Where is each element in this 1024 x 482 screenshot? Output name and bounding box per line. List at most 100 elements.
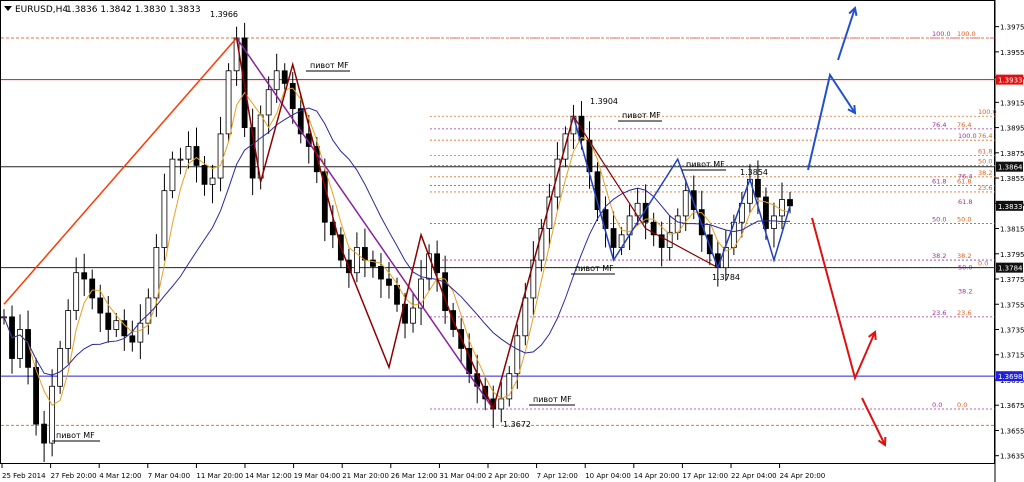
x-tick-label: 7 Mar 04:00 (148, 472, 190, 480)
fib-label-orange-extra: 23.6 (978, 184, 992, 192)
y-tick-label: 1.3755 (1000, 301, 1024, 309)
candle-body (89, 278, 96, 299)
fib-label-orange: 0.0 (957, 401, 967, 409)
candle-body (97, 297, 104, 314)
symbol-label: EURUSD,H4 (15, 5, 68, 15)
y-tick-label: 1.3635 (1000, 453, 1024, 461)
candle-body (530, 259, 537, 299)
pivot-label: пивот MF (686, 160, 725, 169)
candle-body (153, 247, 160, 299)
y-tick-label: 1.3815 (1000, 226, 1024, 234)
candle-body (386, 278, 392, 286)
candle-body (682, 190, 689, 217)
fib-label-orange: 76.4 (957, 121, 971, 129)
pivot-label: пивот MF (622, 111, 661, 120)
header: EURUSD,H4 1.3836 1.3842 1.3830 1.3833 (4, 5, 201, 15)
price-label-low: 1.3784 (712, 273, 740, 282)
chart-container[interactable]: 100.0 100.0 76.4 76.4 61.8 61.8 50.0 50.0 38.2 38… (0, 0, 1024, 482)
y-tick-label: 1.3895 (1000, 125, 1024, 133)
fib-label-orange-extra: 50.0 (978, 157, 992, 165)
fib-label-purple: 38.2 (932, 252, 946, 260)
candle-body (514, 335, 521, 375)
fib-label-purple: 76.4 (932, 121, 946, 129)
price-tag-label: 1.3933 (998, 77, 1023, 85)
fib-label-orange: 50.0 (957, 215, 971, 223)
x-tick-label: 10 Apr 04:00 (585, 472, 631, 480)
candle-body (57, 348, 64, 387)
price-tag-label: 1.3784 (998, 265, 1023, 273)
y-tick-label: 1.3875 (1000, 150, 1024, 158)
candle-body (787, 199, 793, 207)
x-tick-label: 21 Mar 20:00 (342, 472, 389, 480)
fib-label-orange-extra: 100.0 (978, 108, 997, 116)
x-tick-label: 4 Mar 12:00 (99, 472, 141, 480)
price-chart[interactable]: 100.0 100.076.4 76.461.8 61.850.0 50.038.2 38… (0, 0, 1024, 482)
candle-body (353, 247, 360, 274)
candle-body (394, 284, 400, 305)
fib-label-purple: 23.6 (932, 309, 946, 317)
candle-body (137, 322, 144, 343)
candle-body (265, 89, 272, 116)
price-label-swing: 1.3854 (740, 168, 768, 177)
x-tick-label: 22 Apr 04:00 (731, 472, 777, 480)
price-label-bottom: 1.3672 (503, 420, 531, 429)
fib-label-orange: 38.2 (957, 252, 971, 260)
candle-body (554, 158, 561, 198)
candle-body (73, 272, 80, 311)
candle-body (273, 70, 280, 91)
candle-body (201, 165, 208, 185)
pivot-label: пивот MF (575, 264, 614, 273)
x-tick-label: 24 Apr 20:00 (780, 472, 826, 480)
candle-body (161, 190, 168, 248)
fib-label-extra: 61.8 (958, 198, 972, 206)
candle-body (225, 70, 232, 135)
candle-body (771, 215, 777, 229)
fib-label-purple: 100.0 (932, 30, 951, 38)
fib-label-extra: 38.2 (958, 287, 972, 295)
x-tick-label: 11 Mar 20:00 (196, 472, 243, 480)
fib-label-purple: 0.0 (932, 401, 942, 409)
fib-label-orange-extra: 76.4 (978, 132, 992, 140)
fib-label-purple: 50.0 (932, 215, 946, 223)
x-tick-label: 14 Apr 20:00 (634, 472, 680, 480)
x-tick-label: 19 Mar 04:00 (294, 472, 341, 480)
y-tick-label: 1.3975 (1000, 24, 1024, 32)
price-label-high: 1.3966 (210, 10, 238, 19)
fib-label-orange: 23.6 (957, 309, 971, 317)
y-tick-label: 1.3855 (1000, 175, 1024, 183)
candle-body (41, 423, 48, 444)
y-tick-label: 1.3675 (1000, 402, 1024, 410)
ohlc-label: 1.3836 1.3842 1.3830 1.3833 (66, 5, 201, 15)
candle-body (113, 320, 120, 330)
x-tick-label: 2 Apr 20:00 (488, 472, 529, 480)
fib-label-orange-extra: 38.2 (978, 169, 992, 177)
y-tick-label: 1.3655 (1000, 427, 1024, 435)
x-tick-label: 14 Mar 12:00 (245, 472, 292, 480)
price-tag-label: 1.3698 (998, 373, 1023, 381)
y-tick-label: 1.3795 (1000, 251, 1024, 259)
y-tick-label: 1.3715 (1000, 352, 1024, 360)
x-tick-label: 26 Mar 12:00 (391, 472, 438, 480)
candle-body (281, 70, 288, 84)
x-tick-label: 7 Apr 12:00 (537, 472, 578, 480)
candle-body (81, 272, 88, 280)
pivot-label: пивот MF (533, 395, 572, 404)
candle-body (378, 265, 384, 280)
x-tick-label: 17 Apr 12:00 (682, 472, 728, 480)
fib-label-orange-extra: 61.8 (978, 147, 992, 155)
y-tick-label: 1.3775 (1000, 276, 1024, 284)
fib-label-extra: 76.4 (958, 173, 972, 181)
candle-body (177, 158, 184, 161)
candle-body (730, 221, 737, 248)
fib-label-orange-extra: 0.0 (978, 260, 988, 268)
fib-label-extra: 100.0 (958, 132, 977, 140)
candle-body (217, 133, 224, 179)
candle-body (105, 312, 112, 330)
pivot-label: пивот MF (56, 431, 95, 440)
candle-body (49, 385, 56, 444)
price-tag-label: 1.3833 (998, 203, 1023, 211)
price-label-peak: 1.3904 (590, 97, 618, 106)
x-tick-label: 25 Feb 2014 (2, 472, 46, 480)
candle-body (185, 146, 192, 160)
candle-body (410, 307, 416, 324)
